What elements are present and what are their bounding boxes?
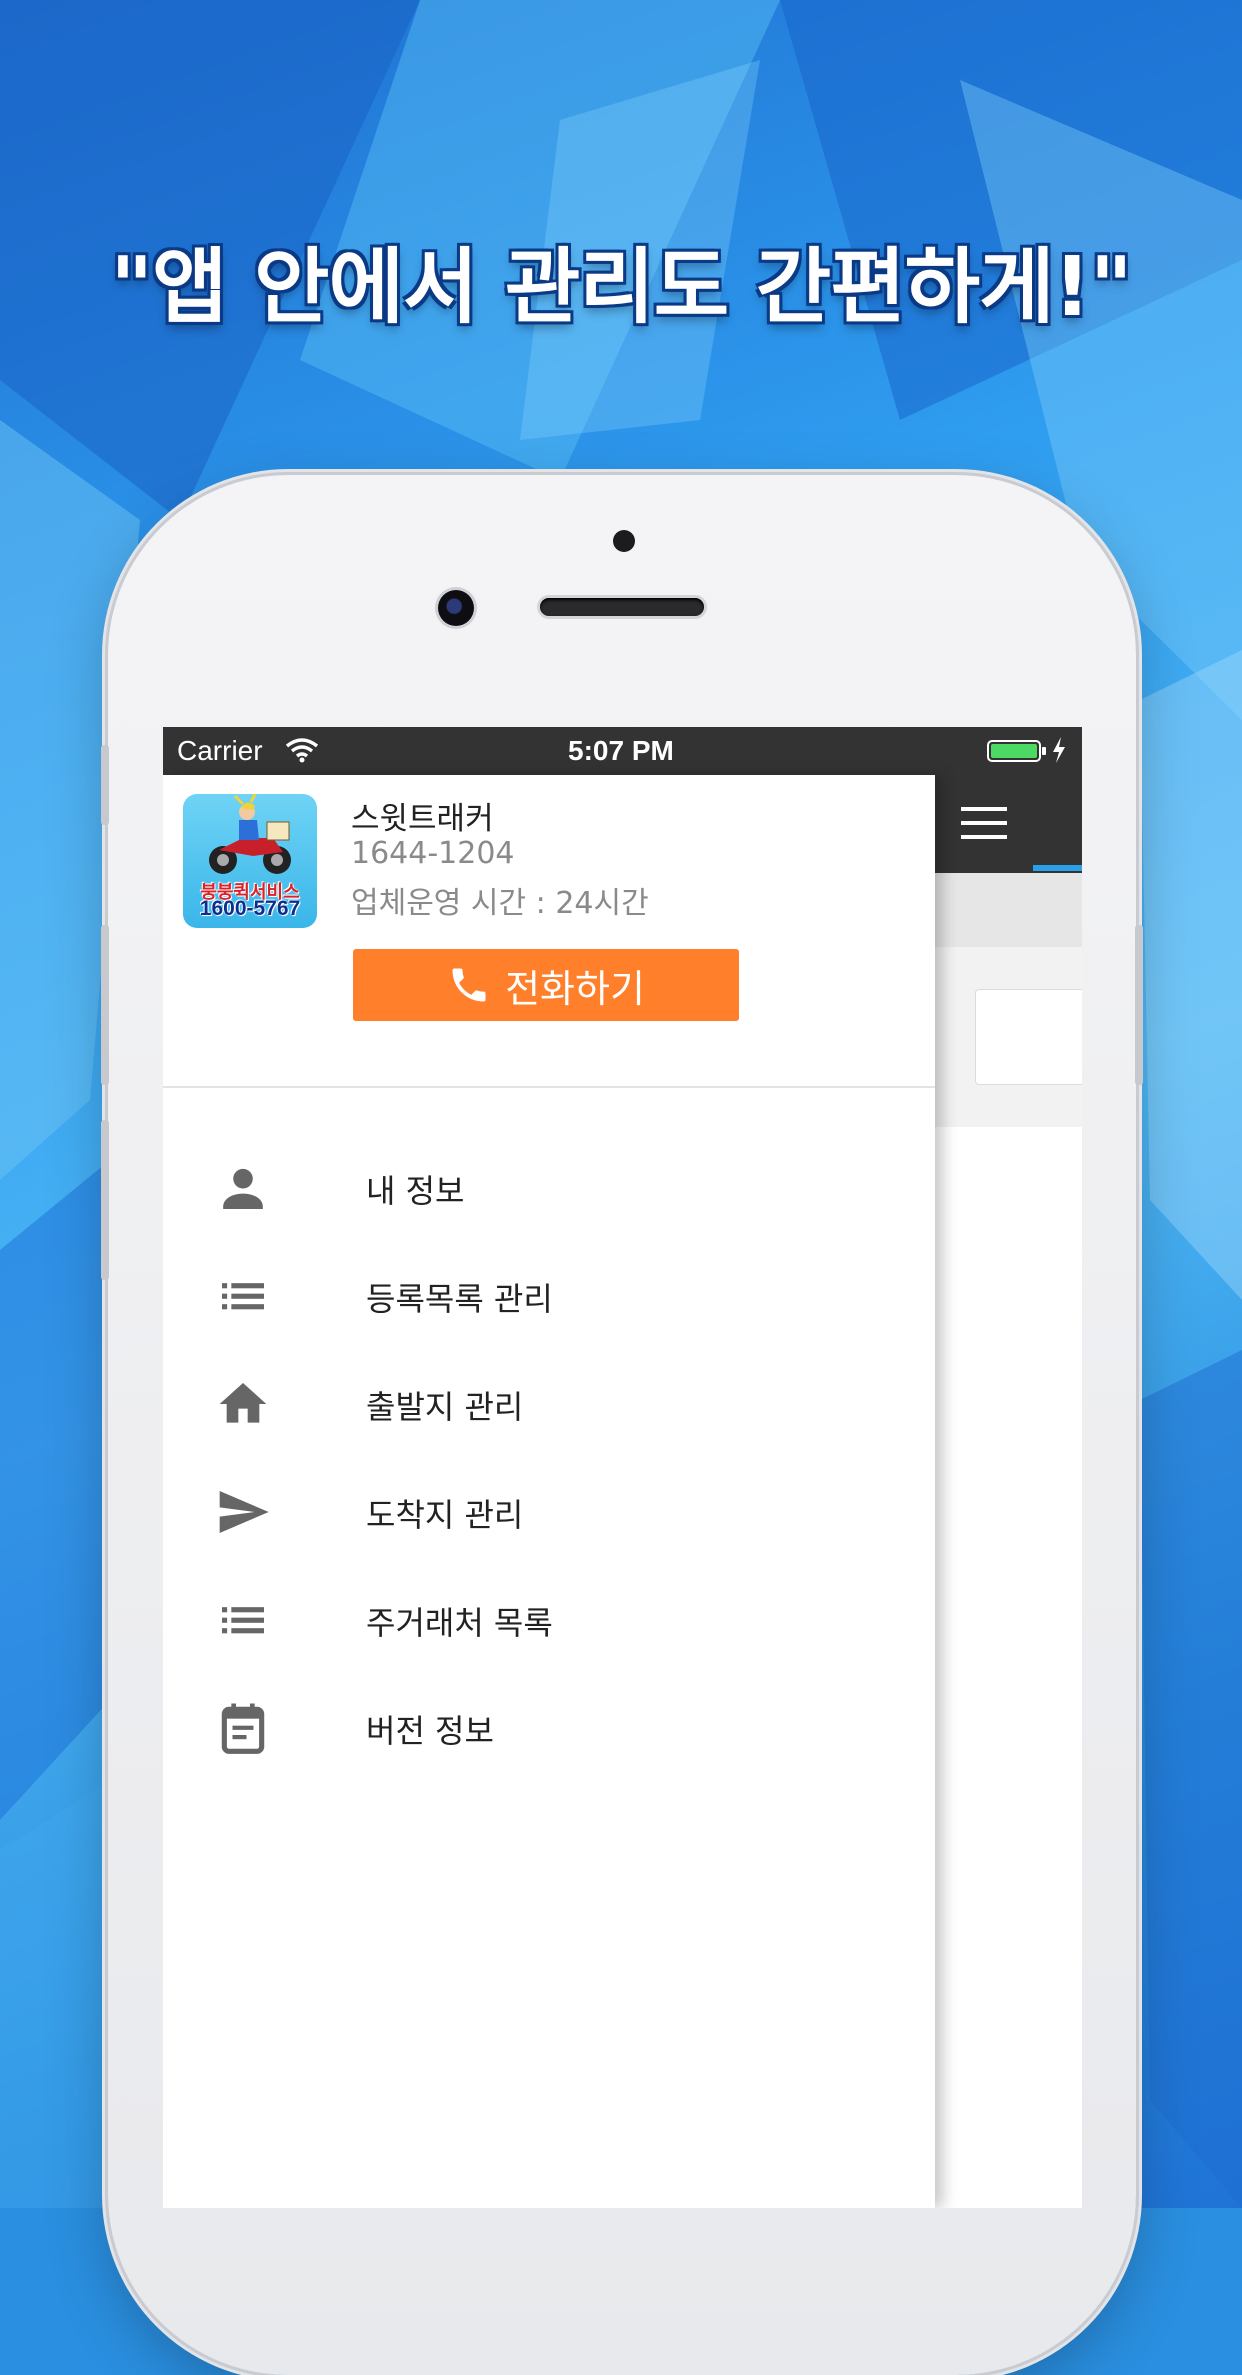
battery-icon [987,740,1046,762]
tab-indicator [1033,865,1082,871]
call-button-label: 전화하기 [505,966,645,1011]
hamburger-menu-icon[interactable] [961,805,1007,841]
navigation-drawer: 붕붕퀵서비스 1600-5767 스윗트래커 1644-1204 업체운영 시간… [163,775,935,2208]
menu-label: 버전 정보 [366,1712,494,1750]
company-hours: 업체운영 시간 : 24시간 [351,886,649,921]
menu-item-destination-management[interactable]: 도착지 관리 [163,1460,935,1560]
person-icon [223,1168,263,1209]
volume-down-button [101,1120,109,1280]
menu-label: 출발지 관리 [366,1388,524,1426]
list-icon [222,1607,264,1634]
app-content-card[interactable] [975,989,1082,1085]
company-logo: 붕붕퀵서비스 1600-5767 [183,794,317,928]
drawer-divider [163,1086,935,1088]
menu-label: 주거래처 목록 [366,1604,553,1642]
volume-up-button [101,925,109,1085]
menu-item-version-info[interactable]: 버전 정보 [163,1676,935,1776]
menu-item-my-info[interactable]: 내 정보 [163,1136,935,1236]
status-bar: Carrier 5:07 PM [163,727,1082,775]
menu-label: 등록목록 관리 [366,1280,553,1318]
power-button [1135,925,1143,1085]
app-tab-strip [935,873,1082,947]
send-icon [219,1491,269,1533]
wifi-icon [285,738,319,763]
phone-icon [452,968,486,1002]
app-toolbar [935,775,1082,873]
phone-screen: Carrier 5:07 PM 붕붕퀵서비스 1600-5767 스윗트래커 1… [163,727,1082,2208]
calendar-icon [221,1703,265,1754]
menu-label: 내 정보 [366,1172,465,1210]
menu-item-registration-list[interactable]: 등록목록 관리 [163,1244,935,1344]
company-phone: 1644-1204 [351,836,515,871]
status-time: 5:07 PM [568,735,674,766]
headline: "앱 안에서 관리도 간편하게!" [110,240,1132,335]
call-button[interactable]: 전화하기 [353,949,739,1021]
phone-sensor [613,530,635,552]
menu-item-main-clients[interactable]: 주거래처 목록 [163,1568,935,1668]
carrier-label: Carrier [177,735,263,766]
charging-bolt-icon [1053,737,1065,763]
list-icon [222,1283,264,1310]
app-content-panel [935,947,1082,1127]
logo-phone-text: 1600-5767 [199,897,301,920]
earpiece-speaker [540,598,704,616]
company-name: 스윗트래커 [351,801,494,837]
main-app-background [935,775,1082,2208]
menu-label: 도착지 관리 [366,1496,524,1534]
front-camera-icon [438,590,474,626]
home-icon [219,1383,267,1423]
menu-item-origin-management[interactable]: 출발지 관리 [163,1352,935,1452]
mute-switch [101,745,109,825]
